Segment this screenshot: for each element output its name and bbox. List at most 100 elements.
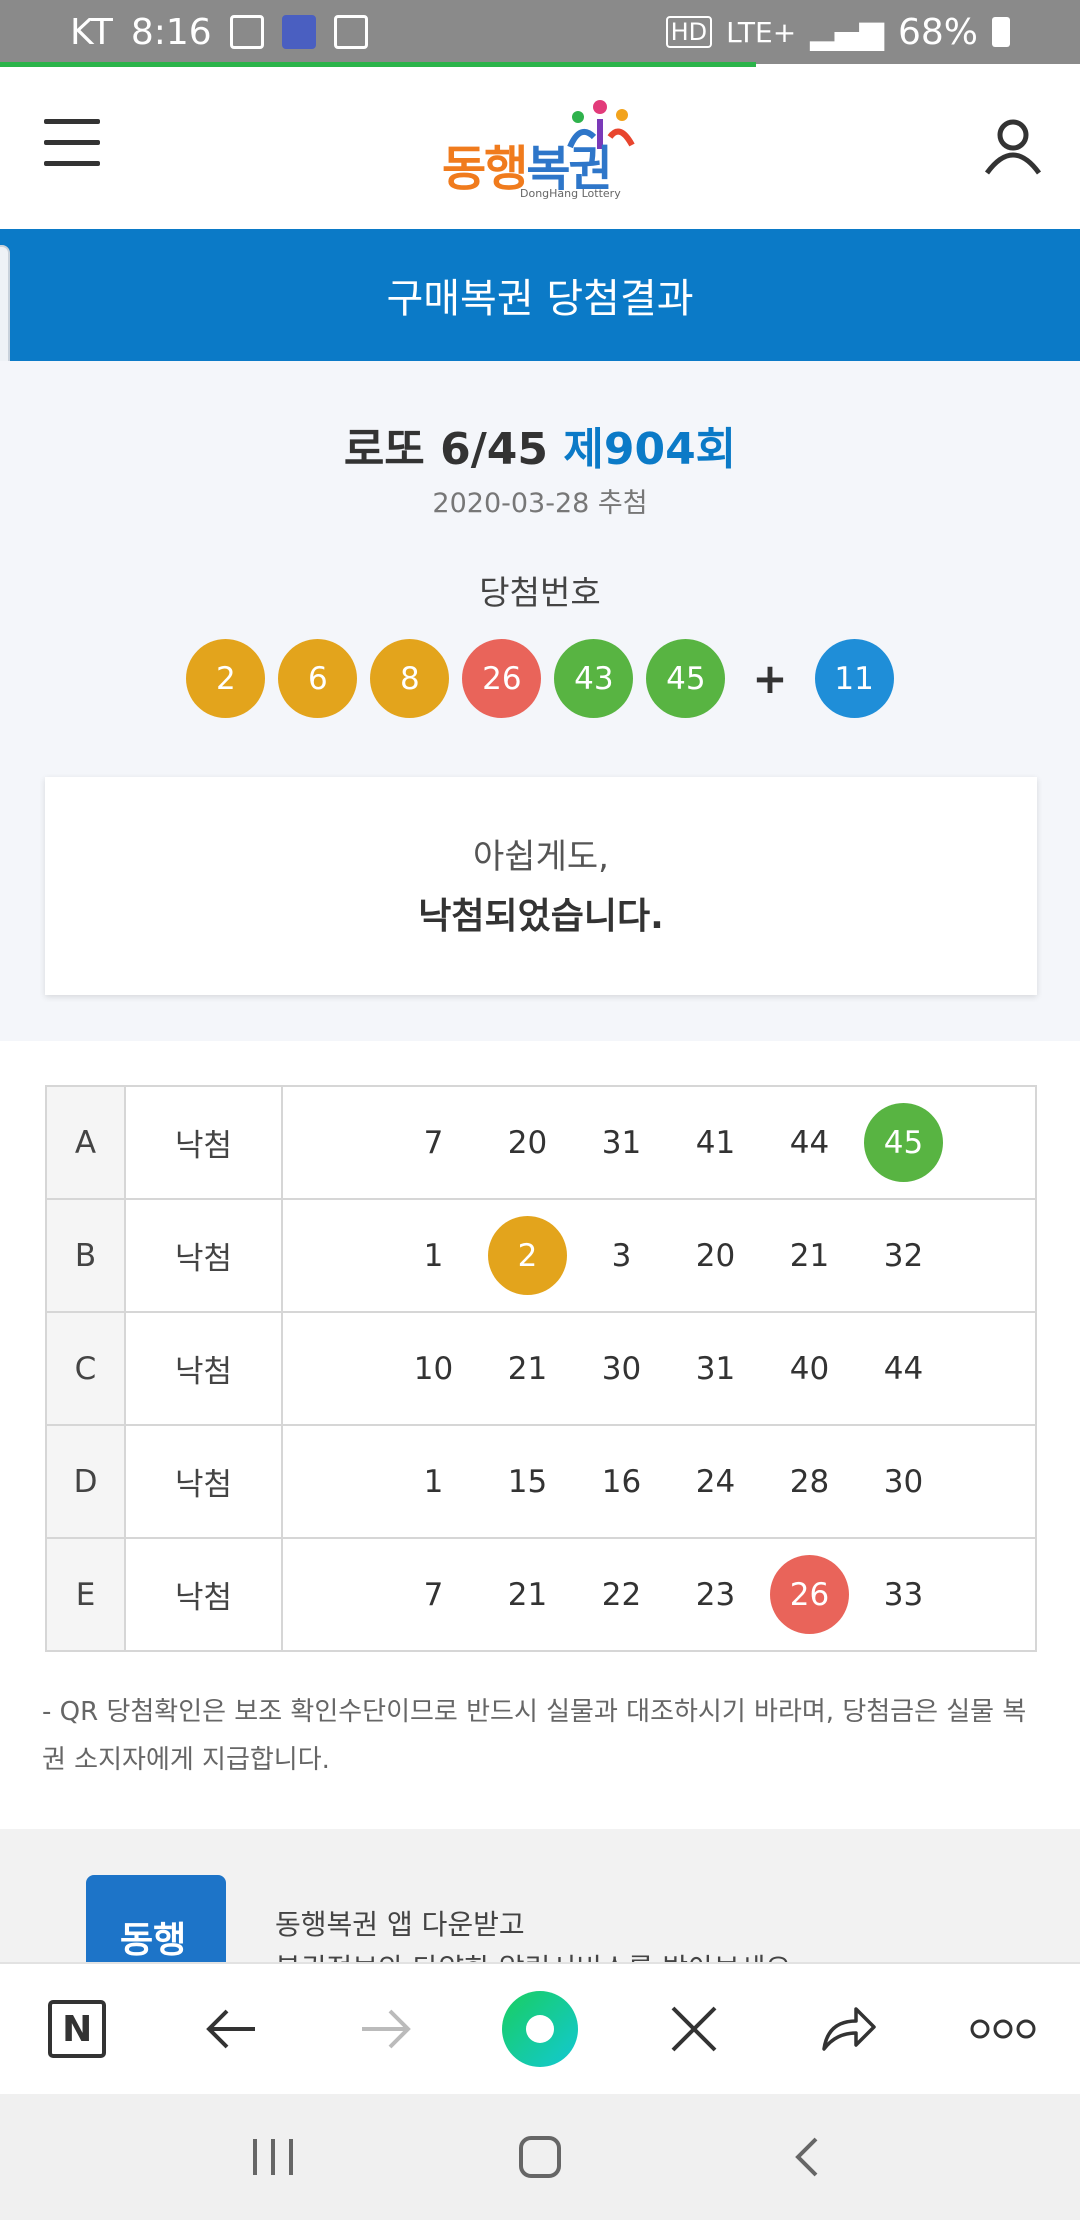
status-bar: KT 8:16 HD LTE+ ▂▄▆ 68%	[0, 0, 1080, 64]
ticket-row: B 낙첨 1 2 3 20 21 32	[45, 1198, 1037, 1313]
winning-ball: 43	[554, 639, 634, 718]
ticket-number: 22	[601, 1576, 642, 1613]
share-button[interactable]	[809, 1989, 889, 2069]
back-button[interactable]	[191, 1989, 271, 2069]
clock-app-icon	[333, 15, 368, 49]
winning-ball: 8	[370, 639, 450, 718]
naver-n-icon: N	[48, 2000, 107, 2058]
page-title: 구매복권 당첨결과	[386, 276, 694, 322]
ticket-numbers: 10 21 30 31 40 44	[281, 1311, 1037, 1426]
ticket-row: E 낙첨 7 21 22 23 26 33	[45, 1537, 1037, 1652]
ticket-row: D 낙첨 1 15 16 24 28 30	[45, 1424, 1037, 1539]
site-logo[interactable]: 동행복권 DongHang Lottery	[440, 97, 650, 207]
ticket-number: 30	[601, 1350, 642, 1387]
ticket-number: 31	[695, 1350, 736, 1387]
winning-ball: 2	[186, 639, 266, 718]
ticket-number: 33	[883, 1576, 924, 1613]
ticket-letter: C	[45, 1311, 126, 1426]
ticket-letter: A	[45, 1085, 126, 1200]
ticket-letter: E	[45, 1537, 126, 1652]
game-name: 로또 6/45	[343, 424, 549, 475]
ticket-row: C 낙첨 10 21 30 31 40 44	[45, 1311, 1037, 1426]
battery-icon	[992, 17, 1010, 47]
ticket-number: 30	[883, 1463, 924, 1500]
ticket-letter: D	[45, 1424, 126, 1539]
plus-sign: +	[752, 654, 788, 703]
home-button[interactable]	[500, 2117, 580, 2197]
user-icon	[984, 119, 1042, 175]
ticket-number: 45	[864, 1103, 943, 1182]
battery-percent: 68%	[897, 11, 978, 53]
ticket-numbers: 1 15 16 24 28 30	[281, 1424, 1037, 1539]
logo-subtitle: DongHang Lottery	[520, 187, 621, 200]
share-icon	[821, 2007, 876, 2051]
more-dots-icon	[970, 2019, 1036, 2039]
menu-button[interactable]	[44, 119, 100, 169]
qr-notice: - QR 당첨확인은 보조 확인수단이므로 반드시 실물과 대조하시기 바라며,…	[42, 1697, 1027, 1775]
hd-voice-icon: HD	[665, 16, 713, 48]
winning-ball: 45	[646, 639, 726, 718]
ticket-number: 32	[883, 1237, 924, 1274]
chevron-left-icon	[794, 2137, 818, 2177]
winning-ball: 6	[278, 639, 358, 718]
ticket-number: 31	[601, 1124, 642, 1161]
result-message-line1: 아쉽게도,	[473, 837, 609, 877]
ticket-number: 28	[789, 1463, 830, 1500]
winning-ball: 26	[462, 639, 542, 718]
browser-toolbar: N	[0, 1962, 1080, 2094]
ticket-numbers: 7 21 22 23 26 33	[281, 1537, 1037, 1652]
ticket-number: 21	[507, 1576, 548, 1613]
ticket-number: 2	[488, 1216, 567, 1295]
more-menu-button[interactable]	[963, 1989, 1043, 2069]
ticket-status: 낙첨	[124, 1085, 283, 1200]
home-icon	[518, 2136, 561, 2178]
ticket-number: 23	[695, 1576, 736, 1613]
network-type: LTE+	[726, 15, 797, 49]
ticket-status: 낙첨	[124, 1424, 283, 1539]
ticket-letter: B	[45, 1198, 126, 1313]
ticket-number: 21	[507, 1350, 548, 1387]
ticket-number: 7	[423, 1124, 444, 1161]
ticket-number: 3	[611, 1237, 632, 1274]
winning-numbers: 2 6 8 26 43 45 + 11	[0, 639, 1080, 718]
ticket-number: 40	[789, 1350, 830, 1387]
close-tab-button[interactable]	[654, 1989, 734, 2069]
recent-apps-icon	[253, 2139, 294, 2175]
app-notification-icon	[281, 15, 316, 49]
ticket-number: 20	[695, 1237, 736, 1274]
ticket-number: 26	[770, 1555, 849, 1634]
ticket-row: A 낙첨 7 20 31 41 44 45	[45, 1085, 1037, 1200]
ticket-status: 낙첨	[124, 1198, 283, 1313]
ticket-number: 44	[883, 1350, 924, 1387]
winning-numbers-label: 당첨번호	[479, 573, 601, 612]
arrow-right-icon	[361, 2009, 411, 2049]
draw-round: 제904회	[563, 424, 737, 475]
ticket-number: 21	[789, 1237, 830, 1274]
bonus-ball: 11	[814, 639, 894, 718]
account-button[interactable]	[982, 115, 1044, 177]
ticket-number: 41	[695, 1124, 736, 1161]
site-header: 동행복권 DongHang Lottery	[0, 67, 1080, 229]
ticket-number: 1	[423, 1237, 444, 1274]
ticket-number: 10	[413, 1350, 454, 1387]
arrow-left-icon	[206, 2009, 256, 2049]
result-message-card: 아쉽게도, 낙첨되었습니다.	[45, 777, 1037, 995]
recent-apps-button[interactable]	[233, 2117, 313, 2197]
ticket-number: 16	[601, 1463, 642, 1500]
ticket-number: 15	[507, 1463, 548, 1500]
naver-home-button[interactable]: N	[37, 1989, 117, 2069]
forward-button[interactable]	[346, 1989, 426, 2069]
close-icon	[671, 2006, 717, 2052]
chart-search-icon	[229, 15, 264, 49]
app-download-banner[interactable]: 동행 동행복권 앱 다운받고 복권정보와 다양한 알림서비스를 받아보세요	[0, 1829, 1080, 1964]
ticket-numbers: 1 2 3 20 21 32	[281, 1198, 1037, 1313]
system-back-button[interactable]	[767, 2117, 847, 2197]
hamburger-icon	[44, 119, 100, 124]
green-dot-button[interactable]	[500, 1989, 580, 2069]
result-message-line2: 낙첨되었습니다.	[418, 896, 664, 937]
system-nav-bar	[0, 2094, 1080, 2220]
draw-results-section: 로또 6/45 제904회 2020-03-28 추첨 당첨번호 2 6 8 2…	[0, 361, 1080, 1041]
ticket-numbers: 7 20 31 41 44 45	[281, 1085, 1037, 1200]
ticket-number: 7	[423, 1576, 444, 1613]
ticket-status: 낙첨	[124, 1311, 283, 1426]
